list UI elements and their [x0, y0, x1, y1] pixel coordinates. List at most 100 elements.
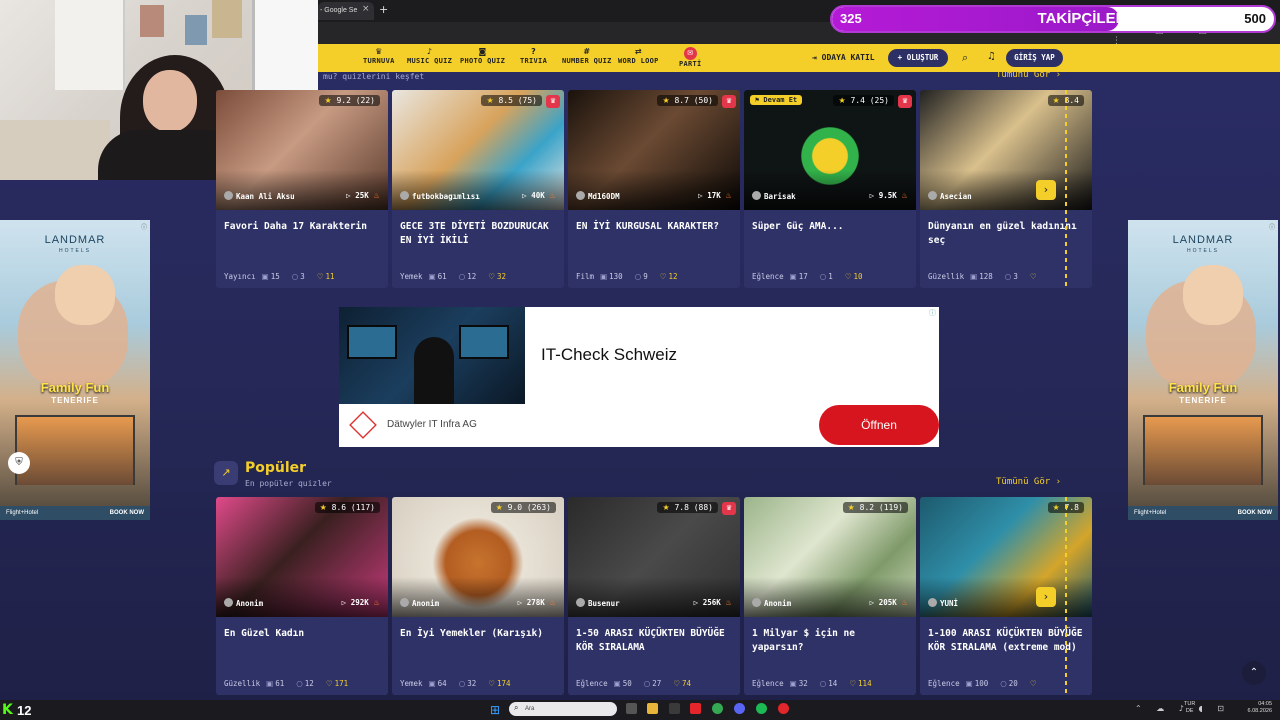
comment-count-value: 3	[300, 272, 305, 281]
spotify-icon[interactable]	[756, 703, 767, 714]
bell-icon[interactable]: ♫	[987, 51, 996, 62]
quiz-card[interactable]: ★ 8.7 (50) ♛ Md160DM ▷ 17K ♨ EN İYİ KURGUSAL…	[568, 90, 740, 288]
like-count[interactable]: ♡	[1030, 679, 1045, 688]
quiz-card[interactable]: ★ 8.6 (117) Anonim ▷ 292K ♨ En Güzel Kadın G…	[216, 497, 388, 695]
search-icon[interactable]: ⌕	[962, 51, 968, 65]
follower-goal-title: TAKİPÇİLER	[1037, 10, 1127, 27]
quiz-author[interactable]: Anonim	[224, 598, 263, 608]
login-button[interactable]: GİRİŞ YAP	[1006, 49, 1063, 67]
system-tray-icons[interactable]: ⌃ ☁ ♪ ◖ ⊡	[1135, 704, 1230, 713]
like-count[interactable]: ♡ 32	[488, 272, 512, 281]
shield-icon[interactable]: ⛨	[8, 452, 30, 474]
quiz-author[interactable]: Asecian	[928, 191, 972, 201]
crown-icon: ♛	[546, 95, 560, 108]
quiz-title[interactable]: EN İYİ KURGUSAL KARAKTER?	[576, 220, 736, 234]
ad-book-now[interactable]: BOOK NOW	[1238, 506, 1272, 520]
task-view-icon[interactable]	[626, 703, 637, 714]
rating-badge: ★ 9.2 (22)	[319, 95, 380, 106]
nav-item-photo-quiz[interactable]: ◙ PHOTO QUIZ	[460, 47, 505, 65]
continue-badge[interactable]: ⚑ Devam Et	[750, 95, 803, 105]
taskbar-search-input[interactable]: Ara	[509, 702, 617, 716]
scroll-to-top-button[interactable]: ⌃	[1242, 661, 1266, 685]
app-icon[interactable]	[669, 703, 680, 714]
quiz-author[interactable]: Anonim	[400, 598, 439, 608]
like-count[interactable]: ♡ 74	[673, 679, 697, 688]
ad-info-icon[interactable]: ⓘ	[929, 308, 936, 318]
quiz-title[interactable]: Dünyanın en güzel kadınını seç	[928, 220, 1088, 248]
nav-item-word-loop[interactable]: ⇄ WORD LOOP	[618, 47, 659, 65]
question-count: ▣ 128	[970, 272, 999, 281]
quiz-author[interactable]: Md160DM	[576, 191, 620, 201]
nav-item-music-quiz[interactable]: ♪ MUSIC QUIZ	[407, 47, 452, 65]
like-count-value: 74	[682, 679, 692, 688]
windows-start-icon[interactable]: ⊞	[490, 703, 500, 717]
side-ad-left[interactable]: ⓘ LANDMAR HOTELS Family Fun TENERIFE Fli…	[0, 220, 150, 520]
row-next-arrow[interactable]: ›	[1036, 180, 1056, 200]
like-count[interactable]: ♡ 12	[660, 272, 684, 281]
file-explorer-icon[interactable]	[647, 703, 658, 714]
quiz-card[interactable]: ★ 7.8 (88) ♛ Busenur ▷ 256K ♨ 1-50 ARASI KÜÇ…	[568, 497, 740, 695]
author-name: Asecian	[940, 192, 972, 201]
popular-section-subtitle: En popüler quizler	[245, 479, 332, 488]
quiz-author[interactable]: Busenur	[576, 598, 620, 608]
quiz-card[interactable]: ⚑ Devam Et ★ 7.4 (25) ♛ Barisak ▷ 9.5K ♨ Süpe…	[744, 90, 916, 288]
comment-icon: ○	[291, 272, 299, 281]
nav-item-number-quiz[interactable]: # NUMBER QUIZ	[562, 47, 612, 65]
system-clock[interactable]: 04:05 6.08.2026	[1242, 701, 1272, 715]
quiz-author[interactable]: Barisak	[752, 191, 796, 201]
nav-item-turnuva[interactable]: ♛ TURNUVA	[363, 47, 395, 65]
popular-see-all-link[interactable]: Tümünü Gör ›	[996, 477, 1061, 487]
quiz-title[interactable]: 1 Milyar $ için ne yaparsın?	[752, 627, 912, 655]
ad-info-icon[interactable]: ⓘ	[1269, 222, 1275, 231]
comment-count-value: 32	[467, 679, 477, 688]
like-count[interactable]: ♡ 10	[845, 272, 869, 281]
quiz-title[interactable]: Süper Güç AMA...	[752, 220, 912, 234]
youtube-icon[interactable]	[690, 703, 701, 714]
banner-ad[interactable]: IT-Check Schweiz Dätwyler IT Infra AG Öf…	[339, 307, 939, 447]
close-tab-icon[interactable]: ×	[362, 4, 370, 14]
like-count[interactable]: ♡ 174	[488, 679, 516, 688]
hash-icon: #	[583, 47, 591, 56]
quiz-card[interactable]: ★ 8.5 (75) ♛ futbokbagımlısı ▷ 40K ♨ GECE 3T…	[392, 90, 564, 288]
flame-icon: ♨	[549, 598, 556, 607]
quiz-title[interactable]: Favori Daha 17 Karakterin	[224, 220, 384, 234]
keyboard-language[interactable]: TUR DE	[1184, 701, 1195, 715]
row-next-arrow[interactable]: ›	[1036, 587, 1056, 607]
side-ad-right[interactable]: ⓘ LANDMAR HOTELS Family Fun TENERIFE Fli…	[1128, 220, 1278, 520]
discord-icon[interactable]	[734, 703, 745, 714]
create-button[interactable]: + OLUŞTUR	[888, 49, 948, 67]
nav-item-parti[interactable]: ✉ PARTİ	[679, 47, 702, 68]
quiz-author[interactable]: Kaan Ali Aksu	[224, 191, 295, 201]
ad-open-button[interactable]: Öffnen	[819, 405, 939, 445]
quiz-title[interactable]: 1-100 ARASI KÜÇÜKTEN BÜYÜĞE KÖR SIRALAMA…	[928, 627, 1088, 655]
quiz-author[interactable]: YUNİ	[928, 598, 958, 608]
discover-see-all-link[interactable]: Tümünü Gör ›	[996, 70, 1061, 80]
question-count-value: 100	[974, 679, 989, 688]
chrome-icon[interactable]	[712, 703, 723, 714]
quiz-card[interactable]: ★ 9.0 (263) Anonim ▷ 278K ♨ En İyi Yemekler…	[392, 497, 564, 695]
quiz-title[interactable]: GECE 3TE DİYETİ BOZDURUCAK EN İYİ İKİLİ	[400, 220, 560, 248]
quiz-title[interactable]: En Güzel Kadın	[224, 627, 384, 641]
questions-icon: ▣	[970, 272, 978, 281]
like-count[interactable]: ♡ 11	[317, 272, 341, 281]
quiz-title[interactable]: 1-50 ARASI KÜÇÜKTEN BÜYÜĞE KÖR SIRALAMA	[576, 627, 736, 655]
play-icon: ▷	[869, 191, 879, 200]
flame-icon: ♨	[725, 191, 732, 200]
like-count[interactable]: ♡	[1030, 272, 1045, 281]
quiz-card[interactable]: ★ 8.2 (119) Anonim ▷ 205K ♨ 1 Milyar $ için…	[744, 497, 916, 695]
comment-count-value: 14	[828, 679, 838, 688]
join-room-link[interactable]: ⇥ ODAYA KATIL	[812, 53, 875, 62]
recording-app-icon[interactable]	[778, 703, 789, 714]
like-count[interactable]: ♡ 114	[849, 679, 877, 688]
quiz-title[interactable]: En İyi Yemekler (Karışık)	[400, 627, 560, 641]
ad-info-icon[interactable]: ⓘ	[141, 222, 147, 231]
nav-item-trivia[interactable]: ? TRIVIA	[520, 47, 547, 65]
quiz-author[interactable]: Anonim	[752, 598, 791, 608]
quiz-card[interactable]: ★ 9.2 (22) Kaan Ali Aksu ▷ 25K ♨ Favori Dah…	[216, 90, 388, 288]
new-tab-icon[interactable]: +	[379, 3, 388, 16]
like-count[interactable]: ♡ 171	[326, 679, 354, 688]
quiz-author[interactable]: futbokbagımlısı	[400, 191, 480, 201]
comment-icon: ○	[819, 272, 827, 281]
heart-icon: ♡	[849, 679, 857, 688]
ad-book-now[interactable]: BOOK NOW	[110, 506, 144, 520]
